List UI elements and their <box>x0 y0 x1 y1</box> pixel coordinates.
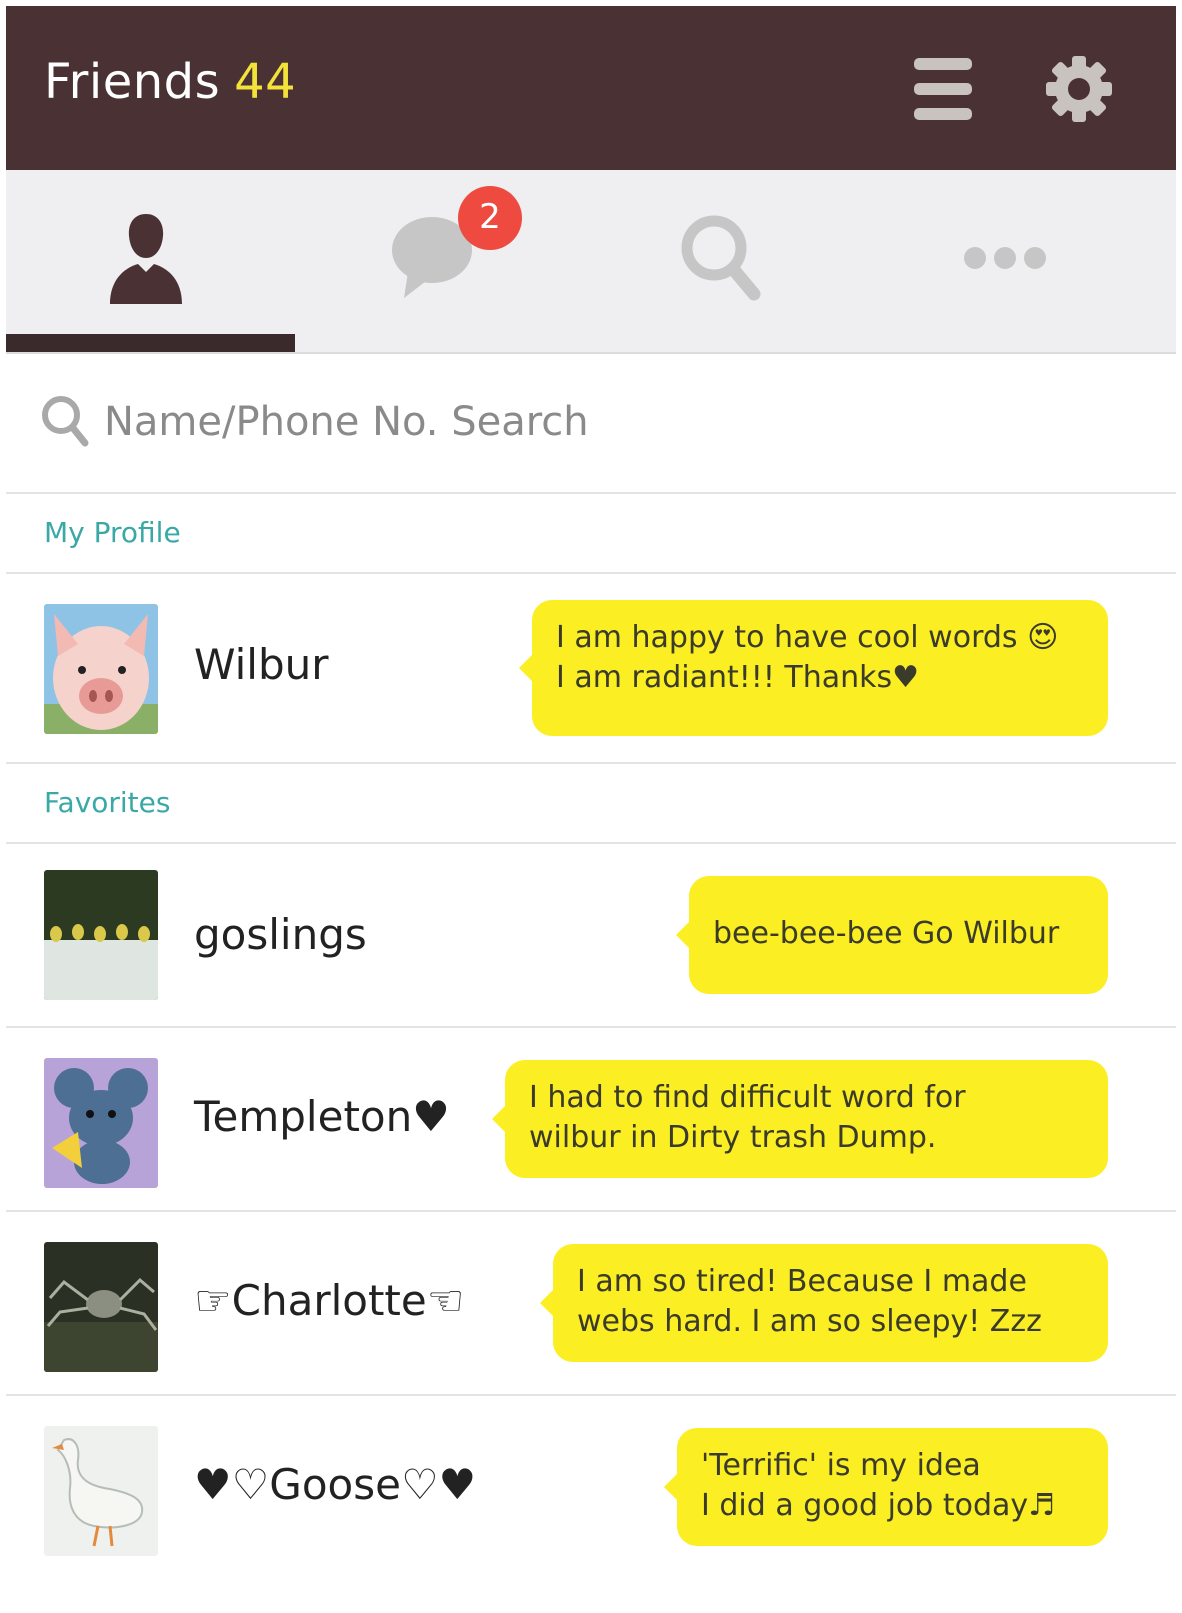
status-line: webs hard. I am so sleepy! Zzz <box>577 1304 1042 1339</box>
search-input[interactable] <box>104 390 864 454</box>
search-bar[interactable] <box>6 354 1176 494</box>
header-title: Friends 44 <box>44 54 296 110</box>
status-line: bee-bee-bee Go Wilbur <box>713 916 1060 951</box>
unread-badge: 2 <box>458 186 522 250</box>
tab-friends[interactable] <box>6 170 298 354</box>
status-message-bubble: I am so tired! Because I made webs hard.… <box>540 1244 1108 1362</box>
avatar <box>44 604 158 734</box>
menu-icon[interactable] <box>914 56 972 122</box>
avatar <box>44 1426 158 1556</box>
tab-chats[interactable] <box>298 170 590 354</box>
status-line: 'Terrific' is my idea <box>701 1448 981 1483</box>
section-title: My Profile <box>44 516 181 549</box>
friend-name: Templeton♥ <box>194 1092 450 1141</box>
status-line: I did a good job today♬ <box>701 1488 1056 1523</box>
friend-name: Wilbur <box>194 640 329 689</box>
active-tab-indicator <box>6 334 295 352</box>
my-profile-row[interactable]: Wilbur I am happy to have cool words 😍 I… <box>6 574 1176 764</box>
tab-search[interactable] <box>590 170 882 354</box>
app-header: Friends 44 <box>6 6 1176 170</box>
status-message-bubble: I had to find difficult word for wilbur … <box>492 1060 1108 1178</box>
avatar <box>44 870 158 1000</box>
friend-row[interactable]: Templeton♥ I had to find difficult word … <box>6 1028 1176 1212</box>
friend-name: goslings <box>194 910 367 959</box>
status-line: I am happy to have cool words 😍 <box>556 620 1059 655</box>
friend-row[interactable]: ♥♡Goose♡♥ 'Terrific' is my idea I did a … <box>6 1396 1176 1580</box>
section-my-profile: My Profile <box>6 494 1176 574</box>
app-screen: Friends 44 2 Name/Phone No. Search My Pr… <box>6 6 1176 1613</box>
gear-icon[interactable] <box>1044 54 1114 124</box>
status-message-bubble: 'Terrific' is my idea I did a good job t… <box>664 1428 1108 1546</box>
friends-person-icon <box>110 214 182 304</box>
status-line: I am radiant!!! Thanks♥ <box>556 660 920 695</box>
tab-bar: 2 <box>6 170 1176 354</box>
avatar <box>44 1058 158 1188</box>
search-field-icon <box>42 396 89 447</box>
status-line: I had to find difficult word for <box>529 1080 966 1115</box>
friend-row[interactable]: goslings bee-bee-bee Go Wilbur <box>6 844 1176 1028</box>
status-message-bubble: I am happy to have cool words 😍 I am rad… <box>519 600 1108 736</box>
status-line: I am so tired! Because I made <box>577 1264 1027 1299</box>
header-title-text: Friends <box>44 54 221 110</box>
friend-row[interactable]: ☞Charlotte☜ I am so tired! Because I mad… <box>6 1212 1176 1396</box>
tab-more[interactable] <box>882 170 1174 354</box>
friend-name: ♥♡Goose♡♥ <box>194 1460 477 1509</box>
more-dots-icon <box>964 247 1046 269</box>
friend-count: 44 <box>234 54 297 110</box>
section-title: Favorites <box>44 786 171 819</box>
avatar <box>44 1242 158 1372</box>
friend-name: ☞Charlotte☜ <box>194 1276 465 1325</box>
status-line: wilbur in Dirty trash Dump. <box>529 1120 937 1155</box>
search-icon <box>681 215 761 301</box>
status-message-bubble: bee-bee-bee Go Wilbur <box>676 876 1108 994</box>
section-favorites: Favorites <box>6 764 1176 844</box>
